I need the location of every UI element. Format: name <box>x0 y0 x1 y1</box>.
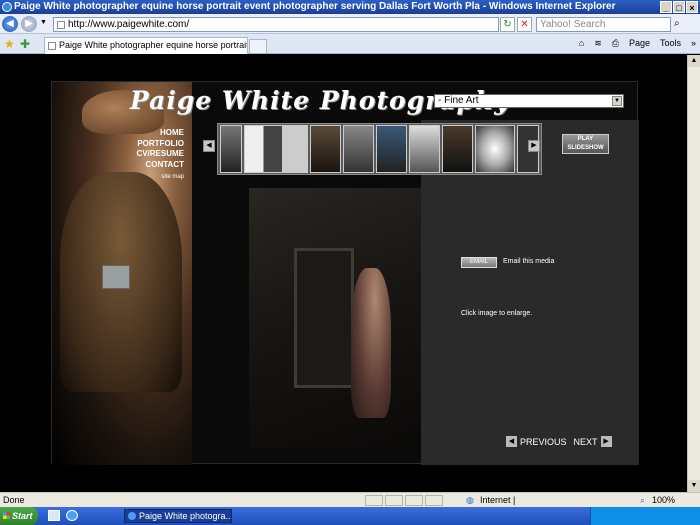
search-icon[interactable]: ⌕ <box>674 18 680 29</box>
image-pager: ◀ PREVIOUS NEXT ▶ <box>506 436 612 447</box>
tab-favicon-icon <box>48 42 56 50</box>
window-controls: _ □ × <box>660 1 698 13</box>
enlarge-hint: Click image to enlarge. <box>461 310 533 317</box>
thumbnail[interactable] <box>475 125 515 173</box>
status-segment <box>425 495 443 506</box>
scroll-down-icon[interactable]: ▼ <box>688 480 700 492</box>
status-segment <box>405 495 423 506</box>
show-desktop-icon[interactable] <box>48 510 60 521</box>
sitemap-link[interactable]: site map <box>142 174 184 180</box>
thumbnail[interactable] <box>442 125 473 173</box>
thumbnail[interactable] <box>220 125 242 173</box>
thumbnail[interactable] <box>244 125 308 173</box>
home-icon[interactable]: ⌂ <box>579 38 584 49</box>
ie-task-icon <box>128 512 136 520</box>
status-segment <box>365 495 383 506</box>
chevron-down-icon[interactable]: ▼ <box>612 96 622 106</box>
new-tab-button[interactable] <box>249 39 267 54</box>
start-button[interactable]: Start <box>0 507 38 525</box>
email-button[interactable]: EMAIL <box>461 257 497 268</box>
history-dropdown-icon[interactable]: ▼ <box>40 19 47 26</box>
window-title: Paige White photographer equine horse po… <box>14 1 616 12</box>
taskbar-ie-task[interactable]: Paige White photogra... <box>124 509 232 523</box>
play-slideshow-button[interactable]: PLAY SLIDESHOW <box>562 134 609 154</box>
command-bar: ⌂ ≋ ⎙ Page Tools » <box>579 38 696 49</box>
search-placeholder: Yahoo! Search <box>540 19 606 30</box>
previous-link[interactable]: PREVIOUS <box>520 437 567 447</box>
belt-buckle-shape <box>102 265 130 289</box>
photo-girl-shape <box>351 268 391 418</box>
quicklaunch-ie-icon[interactable] <box>66 510 78 521</box>
window-title-bar: Paige White photographer equine horse po… <box>0 0 700 14</box>
zoom-icon[interactable]: ⌕ <box>640 493 645 508</box>
feeds-icon[interactable]: ≋ <box>594 38 602 49</box>
refresh-icon[interactable]: ↻ <box>500 17 515 32</box>
site-menu: HOME PORTFOLIO CV/RESUME CONTACT <box>122 128 184 170</box>
status-segment <box>385 495 403 506</box>
gallery-select[interactable]: - Fine Art ▼ <box>434 94 624 108</box>
gallery-select-value: - Fine Art <box>438 95 479 106</box>
page-icon <box>57 21 65 29</box>
menu-item-cv-resume[interactable]: CV/RESUME <box>122 149 184 160</box>
globe-icon: ◍ <box>466 495 474 505</box>
start-label: Start <box>12 511 33 521</box>
scroll-up-icon[interactable]: ▲ <box>688 55 700 67</box>
address-text: http://www.paigewhite.com/ <box>68 19 190 30</box>
browser-tab[interactable]: Paige White photographer equine horse po… <box>44 37 248 54</box>
main-photo[interactable] <box>249 188 421 449</box>
search-input[interactable]: Yahoo! Search <box>536 17 671 32</box>
minimize-button[interactable]: _ <box>660 1 672 13</box>
favorites-star-icon[interactable]: ★ <box>4 37 15 51</box>
close-button[interactable]: × <box>686 1 698 13</box>
next-link[interactable]: NEXT <box>574 437 598 447</box>
windows-flag-icon <box>3 512 10 519</box>
next-arrow-icon[interactable]: ▶ <box>600 436 612 447</box>
zone-text: Internet | <box>480 495 516 505</box>
stop-icon[interactable]: ✕ <box>517 17 532 32</box>
ie-logo-icon <box>2 2 12 12</box>
menu-item-portfolio[interactable]: PORTFOLIO <box>122 139 184 150</box>
taskbar: Start Paige White photogra... <box>0 507 700 525</box>
task-label: Paige White photogra... <box>139 511 232 521</box>
back-arrow-icon[interactable]: ◀ <box>2 16 18 32</box>
forward-arrow-icon[interactable]: ▶ <box>21 16 37 32</box>
status-bar: Done ◍ Internet | ⌕ 100% <box>0 492 700 507</box>
previous-arrow-icon[interactable]: ◀ <box>506 436 517 447</box>
thumbnail[interactable] <box>409 125 440 173</box>
system-tray <box>590 507 700 525</box>
page-menu[interactable]: Page <box>629 38 650 49</box>
tools-menu[interactable]: Tools <box>660 38 681 49</box>
print-icon[interactable]: ⎙ <box>612 38 619 49</box>
chevron-right-icon[interactable]: » <box>691 38 696 49</box>
menu-item-home[interactable]: HOME <box>122 128 184 139</box>
site-logo[interactable]: Paige White Photography <box>130 86 509 118</box>
thumbnail[interactable] <box>343 125 374 173</box>
address-bar[interactable]: http://www.paigewhite.com/ <box>53 17 499 32</box>
status-text: Done <box>3 495 25 505</box>
thumbnail-strip <box>217 123 542 175</box>
navigation-bar: ◀ ▶ ▼ http://www.paigewhite.com/ ↻ ✕ Yah… <box>0 14 700 34</box>
tab-bar: ★ ✚ Paige White photographer equine hors… <box>0 34 700 54</box>
thumbs-next-icon[interactable]: ▶ <box>528 140 540 152</box>
email-media-link[interactable]: Email this media <box>503 258 554 265</box>
thumbnail[interactable] <box>310 125 341 173</box>
website-frame: Paige White Photography HOME PORTFOLIO C… <box>51 81 639 465</box>
add-favorites-icon[interactable]: ✚ <box>20 37 30 51</box>
photo-window-shape <box>294 248 354 388</box>
vertical-scrollbar[interactable]: ▲ ▼ <box>687 55 700 492</box>
thumbs-prev-icon[interactable]: ◀ <box>203 140 215 152</box>
maximize-button[interactable]: □ <box>673 1 685 13</box>
zoom-level[interactable]: 100% <box>652 493 675 508</box>
menu-item-contact[interactable]: CONTACT <box>122 160 184 171</box>
tab-title: Paige White photographer equine horse po… <box>59 40 248 50</box>
thumbnail[interactable] <box>376 125 407 173</box>
